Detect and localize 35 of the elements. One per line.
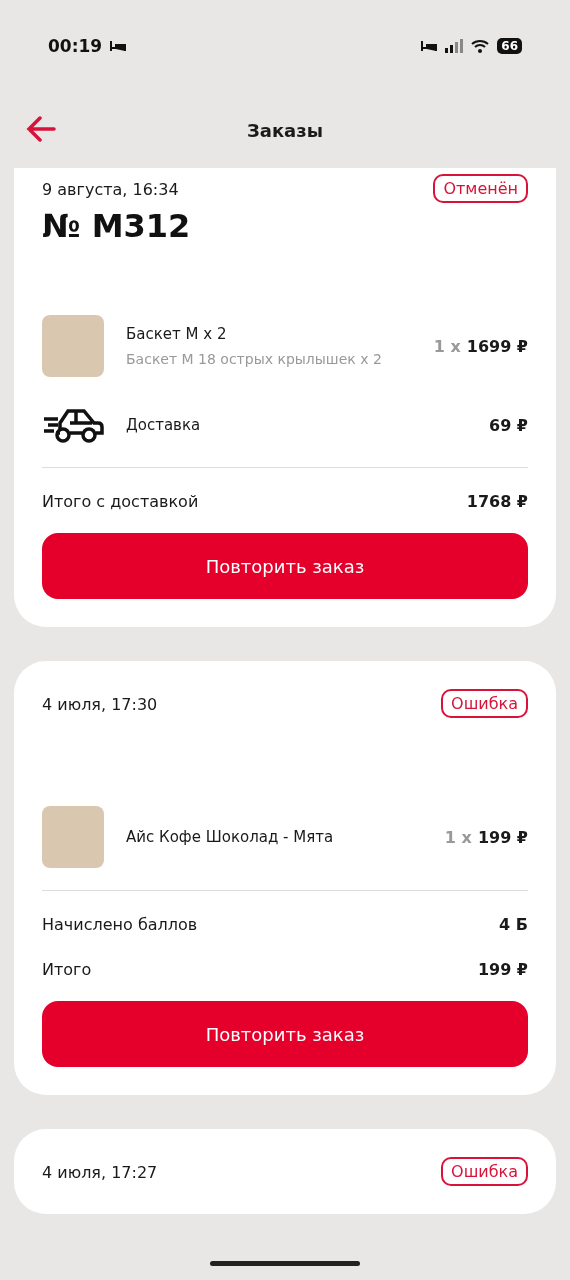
order-status: Ошибка <box>441 1157 528 1186</box>
item-price: 199 ₽ <box>477 827 528 847</box>
item-name: Айс Кофе Шоколад - Мята <box>126 828 335 846</box>
bed-icon <box>110 41 127 51</box>
order-date: 4 июля, 17:30 <box>42 695 158 714</box>
item-quantity: 1 x <box>444 827 472 847</box>
delivery-label: Доставка <box>126 416 202 434</box>
back-arrow-icon <box>26 116 56 142</box>
delivery-price: 69 ₽ <box>489 415 528 435</box>
battery-level: 66 <box>497 38 522 54</box>
item-description: Баскет M 18 острых крылышек x 2 <box>126 351 383 367</box>
signal-icon <box>445 39 464 53</box>
item-price: 1699 ₽ <box>466 336 528 356</box>
order-status: Ошибка <box>441 689 528 718</box>
total-value: 1768 ₽ <box>466 492 528 511</box>
item-quantity: 1 x <box>433 336 461 356</box>
back-button[interactable] <box>26 116 56 142</box>
repeat-order-button[interactable]: Повторить заказ <box>42 1001 528 1067</box>
order-date: 4 июля, 17:27 <box>42 1163 158 1182</box>
order-status: Отменён <box>433 174 528 203</box>
order-number: № M312 <box>42 207 192 245</box>
total-label: Итого <box>42 960 92 979</box>
status-time: 00:19 <box>48 36 103 56</box>
wifi-icon <box>471 39 490 53</box>
order-date: 9 августа, 16:34 <box>42 180 179 199</box>
food-photo-placeholder <box>42 315 104 377</box>
page-title: Заказы <box>246 119 323 141</box>
total-label: Начислено баллов <box>42 915 198 934</box>
repeat-order-button[interactable]: Повторить заказ <box>42 533 528 599</box>
total-label: Итого с доставкой <box>42 492 199 511</box>
total-value: 4 Б <box>499 915 528 934</box>
total-value: 199 ₽ <box>477 960 528 979</box>
food-photo-placeholder <box>42 806 104 868</box>
item-name: Баскет M x 2 <box>126 325 228 343</box>
bed-icon <box>421 41 438 51</box>
